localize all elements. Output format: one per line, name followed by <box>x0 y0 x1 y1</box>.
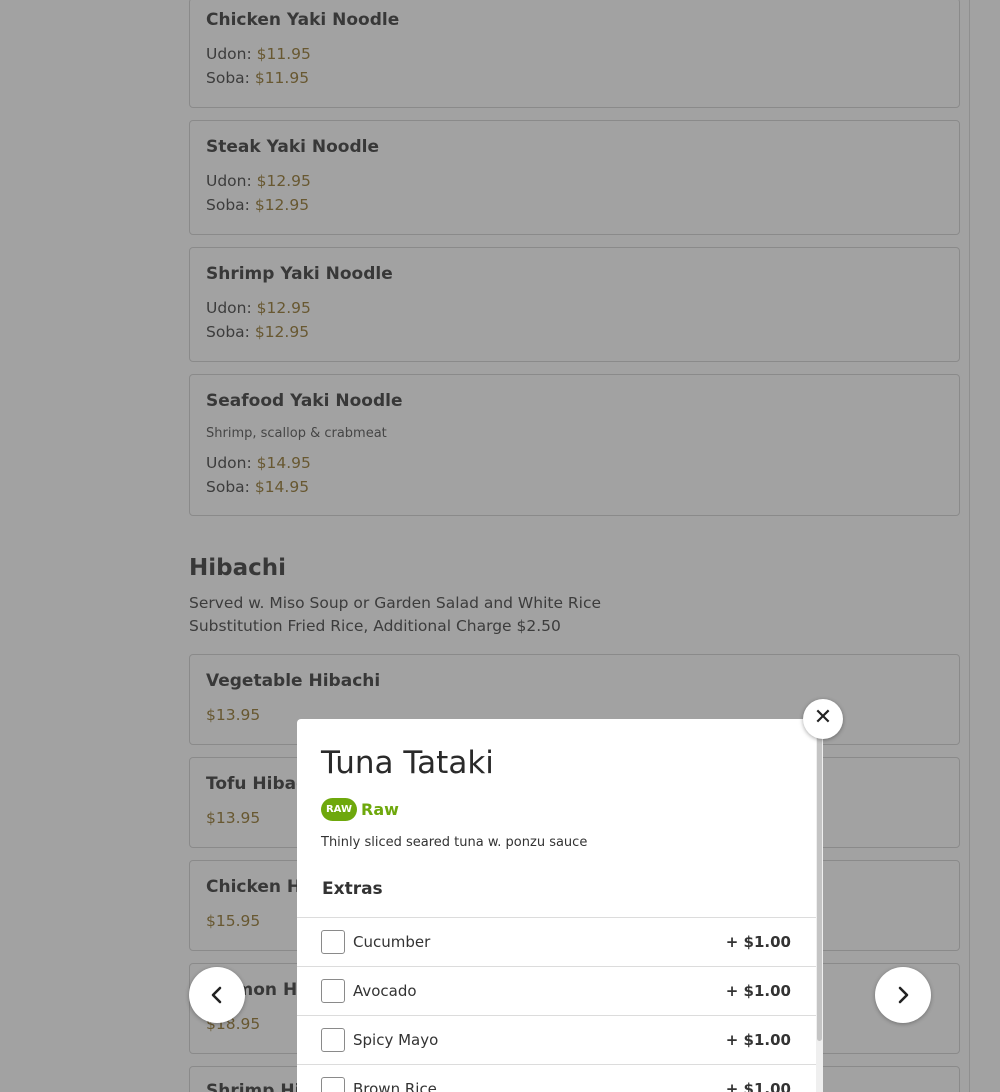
option-label: Spicy Mayo <box>353 1031 439 1049</box>
extras-title: Extras <box>322 879 383 899</box>
next-button[interactable] <box>875 967 931 1023</box>
option-label: Brown Rice <box>353 1080 437 1092</box>
option-price: + $1.00 <box>725 933 791 951</box>
option-checkbox[interactable] <box>321 930 345 954</box>
modal-scrollbar[interactable] <box>816 719 823 1092</box>
close-icon[interactable]: ✕ <box>803 699 843 739</box>
raw-badge-icon: RAW <box>321 798 357 821</box>
modal-title: Tuna Tataki <box>321 745 494 781</box>
option-price: + $1.00 <box>725 982 791 1000</box>
previous-button[interactable] <box>189 967 245 1023</box>
option-label: Cucumber <box>353 933 431 951</box>
extra-option[interactable]: Avocado + $1.00 <box>297 966 816 1015</box>
option-checkbox[interactable] <box>321 979 345 1003</box>
extra-option[interactable]: Brown Rice + $1.00 <box>297 1064 816 1092</box>
extra-option[interactable]: Spicy Mayo + $1.00 <box>297 1015 816 1064</box>
option-checkbox[interactable] <box>321 1028 345 1052</box>
item-detail-modal: Tuna Tataki RAW Raw Thinly sliced seared… <box>297 719 823 1092</box>
option-label: Avocado <box>353 982 417 1000</box>
modal-description: Thinly sliced seared tuna w. ponzu sauce <box>321 835 588 850</box>
scrollbar-thumb[interactable] <box>817 725 822 1041</box>
option-checkbox[interactable] <box>321 1077 345 1092</box>
chevron-left-icon <box>211 986 222 1004</box>
option-price: + $1.00 <box>725 1031 791 1049</box>
chevron-right-icon <box>898 986 909 1004</box>
option-price: + $1.00 <box>725 1080 791 1092</box>
extra-option[interactable]: Cucumber + $1.00 <box>297 917 816 966</box>
raw-label: Raw <box>361 800 399 819</box>
